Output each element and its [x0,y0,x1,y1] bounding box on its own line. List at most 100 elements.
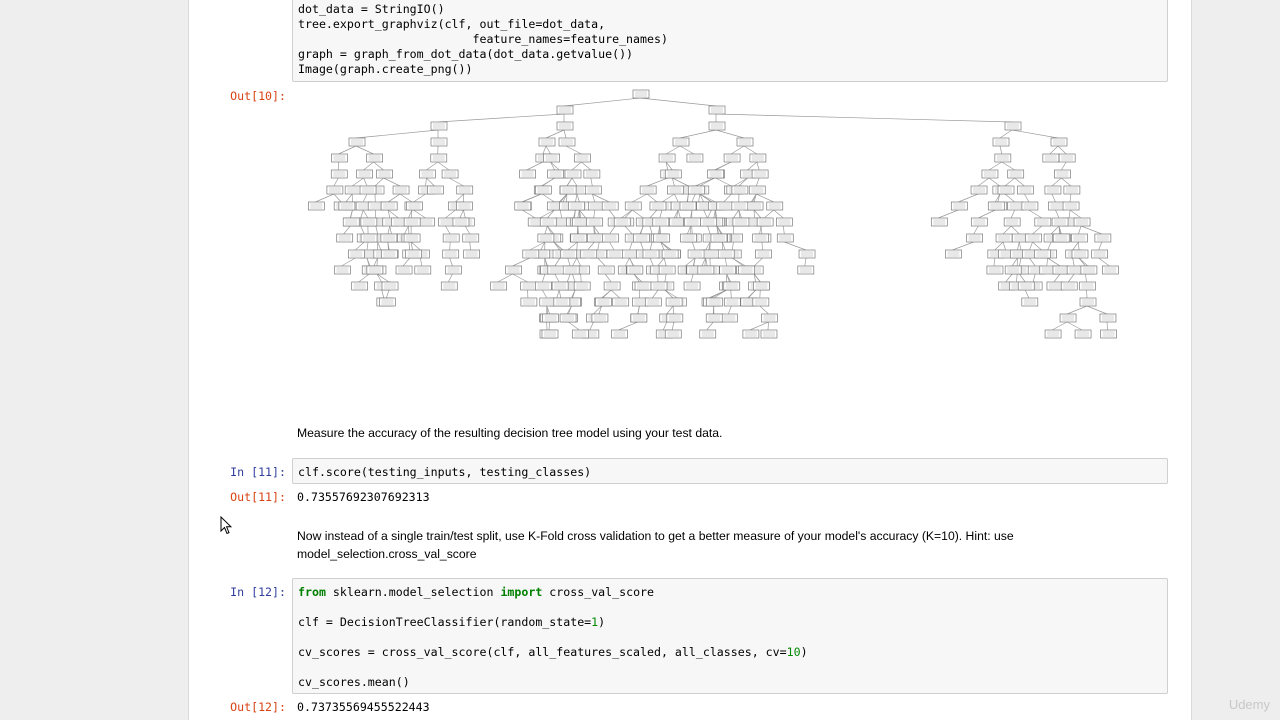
tree-edge [1061,161,1067,171]
tree-edge [1072,257,1075,267]
tree-edge [715,113,1013,123]
tree-edge [727,305,732,315]
tree-edge [575,193,578,203]
code-line: cv_scores = cross_val_score(clf, all_fea… [298,645,808,659]
code-cell-12-input[interactable]: from sklearn.model_selection import cros… [292,578,1168,694]
tree-edge [563,129,567,139]
tree-edge [558,289,562,299]
tree-edge [593,209,596,219]
tree-edge [707,209,712,219]
tree-edge [465,225,471,235]
tree-edge [703,209,708,219]
tree-edge [576,257,581,267]
tree-edge [624,225,633,235]
tree-edge [713,289,727,299]
tree-edge [559,209,562,219]
tree-edge [360,225,365,235]
tree-edge [733,209,740,219]
tree-edge [333,177,339,187]
tree-edge [1011,257,1018,267]
tree-edge [404,225,409,235]
tree-edge [761,241,763,251]
tree-edge [1086,289,1088,299]
tree-edge [999,129,1013,139]
tree-edge [355,129,439,139]
tree-edge [977,177,990,187]
tree-edge [621,209,633,219]
tree-edge [784,241,807,251]
tree-edge [374,209,377,219]
tree-edge [526,161,544,171]
tree-edge [554,257,561,267]
tree-edge [618,321,638,331]
tree-edge [1051,321,1068,331]
tree-edge [590,177,593,187]
tree-edge [1050,225,1060,235]
tree-edge [469,241,471,251]
tree-edge [565,145,582,155]
tree-edge [571,289,576,299]
code-line: clf = DecisionTreeClassifier(random_stat… [298,615,605,629]
tree-edge [639,97,717,107]
tree-edge [659,209,663,219]
tree-edge [1018,241,1022,251]
tree-edge [571,161,582,171]
tree-edge [559,193,568,203]
tree-edge [363,177,368,187]
tree-edge [1005,273,1013,283]
tree-edge [387,193,401,203]
tree-edge [426,161,438,171]
tree-edge [659,225,662,235]
tree-edge [609,241,615,251]
tree-edge [366,241,369,251]
tree-edge [973,225,979,235]
tree-edge [351,177,364,187]
markdown-cell-kfold: Now instead of a single train/test split… [297,527,1057,563]
tree-edge [563,97,641,107]
tree-edge [542,177,555,187]
tree-edge [958,193,979,203]
tree-edge [463,209,466,219]
tree-edge [637,305,640,315]
tree-edge [556,289,560,299]
tree-edge [447,273,453,283]
tree-edge [315,193,335,203]
tree-edge [664,289,678,299]
code-line: dot_data = StringIO() [298,2,445,16]
tree-edge [691,241,696,251]
tree-edge [425,177,427,187]
tree-edge [341,257,356,267]
code-cell-10-input[interactable]: dot_data = StringIO() tree.export_graphv… [292,0,1168,82]
tree-edge [1078,225,1082,235]
tree-edge [1032,273,1036,283]
tree-edge [671,321,675,331]
tree-edge [652,289,659,299]
tree-edge [773,209,784,219]
tree-edge [376,273,390,283]
tree-edge [389,225,392,235]
tree-edge [544,225,548,235]
tree-edge [1098,241,1103,251]
tree-edge [375,225,379,235]
in-prompt-11: In [11]: [230,465,286,479]
tree-edge [402,257,411,267]
tree-edge [1017,241,1020,251]
tree-edge [1068,209,1071,219]
tree-edge [387,225,391,235]
tree-edge [366,257,370,267]
tree-edge [542,273,546,283]
code-text: ) [800,645,808,659]
tree-edge [988,177,1001,187]
tree-edge [1080,225,1102,235]
tree-edge [522,209,536,219]
code-cell-11-input[interactable]: clf.score(testing_inputs, testing_classe… [292,458,1168,484]
tree-edge [1086,305,1108,315]
tree-edge [657,257,665,267]
code-line: from sklearn.model_selection import cros… [298,585,654,599]
tree-edge [1032,225,1043,235]
tree-edge [545,129,565,139]
decision-tree-graph-image [307,89,1119,339]
number-literal: 10 [786,645,801,659]
tree-edge [1078,257,1089,267]
keyword: import [500,585,543,599]
